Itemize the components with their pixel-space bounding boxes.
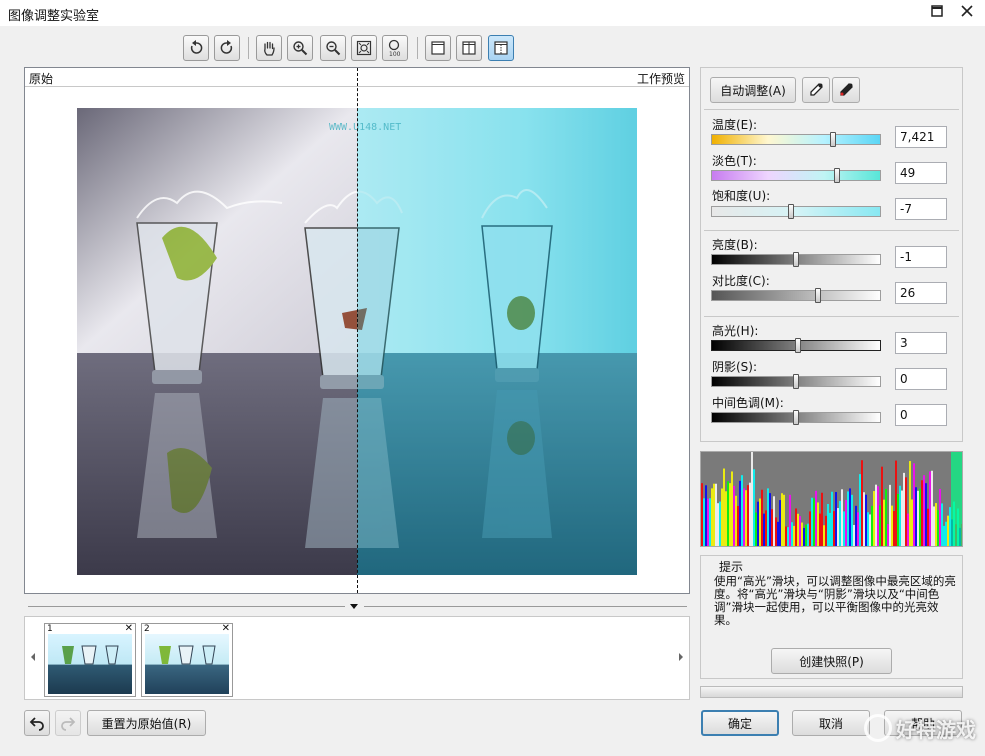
divider-left	[28, 606, 345, 607]
zoom-100-icon: 100	[388, 39, 401, 57]
reset-button[interactable]: 重置为原始值(R)	[87, 710, 206, 736]
create-snapshot-button[interactable]: 创建快照(P)	[771, 648, 892, 674]
tint-slider-thumb[interactable]	[833, 168, 840, 183]
scroll-left-icon[interactable]	[29, 651, 37, 663]
scroll-right-icon[interactable]	[677, 651, 685, 663]
redo-icon	[61, 717, 76, 731]
snapshot-strip: 1 ✕ 2 ✕	[24, 616, 690, 700]
eyedropper-icon	[810, 83, 823, 96]
undo-icon	[29, 717, 44, 731]
zoom-out-button[interactable]	[320, 35, 346, 61]
svg-text:100: 100	[389, 51, 401, 57]
temperature-slider[interactable]	[711, 134, 881, 145]
shadows-value[interactable]: 0	[895, 368, 947, 390]
tint-slider[interactable]	[711, 170, 881, 181]
collapse-arrow-icon[interactable]	[348, 600, 360, 610]
temperature-slider-thumb[interactable]	[830, 132, 837, 147]
brightness-value[interactable]: -1	[895, 246, 947, 268]
redo-button[interactable]	[55, 710, 81, 736]
saturation-label: 饱和度(U):	[712, 189, 771, 203]
fit-window-icon	[356, 40, 372, 56]
contrast-value[interactable]: 26	[895, 282, 947, 304]
zoom-in-button[interactable]	[287, 35, 313, 61]
highlights-slider-thumb[interactable]	[794, 338, 801, 353]
rotate-left-icon	[190, 40, 203, 54]
hint-panel: 提示 使用“高光”滑块，可以调整图像中最亮区域的亮度。将“高光”滑块与“阴影”滑…	[700, 555, 963, 679]
histogram	[700, 451, 963, 547]
snapshot-card[interactable]: 1 ✕	[44, 623, 136, 697]
close-icon[interactable]	[956, 2, 978, 22]
ok-button[interactable]: 确定	[701, 710, 779, 736]
saturation-value[interactable]: -7	[895, 198, 947, 220]
snapshot-thumbnail	[48, 634, 132, 694]
midtones-label: 中间色调(M):	[712, 396, 784, 410]
snapshot-close-icon[interactable]: ✕	[125, 623, 133, 634]
divider-right	[364, 606, 687, 607]
actual-size-button[interactable]: 100	[382, 35, 408, 61]
shadows-slider-thumb[interactable]	[793, 374, 799, 389]
contrast-label: 对比度(C):	[712, 274, 770, 288]
snapshot-number: 2	[144, 624, 150, 634]
snapshot-close-icon[interactable]: ✕	[222, 623, 230, 634]
maximize-icon[interactable]	[926, 2, 948, 22]
zoom-in-icon	[293, 41, 308, 56]
rotate-right-button[interactable]	[214, 35, 240, 61]
brightness-slider-thumb[interactable]	[793, 252, 799, 267]
working-preview-label: 工作预览	[636, 72, 685, 86]
eyedropper-white-button[interactable]	[802, 77, 830, 103]
hint-title: 提示	[719, 560, 744, 574]
snapshot-number: 1	[47, 624, 53, 634]
zoom-out-icon	[326, 41, 341, 56]
snapshot-card[interactable]: 2 ✕	[141, 623, 233, 697]
pan-tool-button[interactable]	[256, 35, 282, 61]
midtones-slider-thumb[interactable]	[793, 410, 799, 425]
photo-watermark: WWW.U148.NET	[329, 122, 401, 133]
window-title: 图像调整实验室	[8, 9, 100, 24]
highlights-value[interactable]: 3	[895, 332, 947, 354]
watermark-logo-icon	[864, 714, 892, 742]
saturation-slider-thumb[interactable]	[787, 204, 794, 219]
progress-bar	[700, 686, 963, 698]
split-divider[interactable]	[357, 68, 358, 593]
tint-value[interactable]: 49	[895, 162, 947, 184]
preview-pane[interactable]: 原始 工作预览 WWW.U148.NET	[24, 67, 690, 594]
split-preview-icon	[494, 41, 508, 55]
eyedropper-black-button[interactable]	[832, 77, 860, 103]
title-bar: 图像调整实验室	[0, 0, 985, 26]
shadows-label: 阴影(S):	[712, 360, 758, 374]
brightness-label: 亮度(B):	[712, 238, 758, 252]
rotate-right-icon	[220, 40, 233, 54]
hand-icon	[264, 41, 275, 56]
midtones-value[interactable]: 0	[895, 404, 947, 426]
saturation-slider[interactable]	[711, 206, 881, 217]
contrast-slider-thumb[interactable]	[815, 288, 822, 303]
side-by-side-view-button[interactable]	[456, 35, 482, 61]
auto-adjust-button[interactable]: 自动调整(A)	[710, 77, 796, 103]
watermark: 好特游戏	[836, 706, 976, 750]
single-view-icon	[431, 41, 445, 55]
temperature-label: 温度(E):	[712, 118, 757, 132]
undo-button[interactable]	[24, 710, 50, 736]
snapshot-thumbnail	[145, 634, 229, 694]
highlights-label: 高光(H):	[712, 324, 759, 338]
contrast-slider[interactable]	[711, 290, 881, 301]
watermark-text: 好特游戏	[896, 717, 976, 742]
tint-label: 淡色(T):	[712, 154, 757, 168]
split-view-icon	[462, 41, 476, 55]
rotate-left-button[interactable]	[183, 35, 209, 61]
eyedropper-icon	[840, 83, 853, 96]
split-preview-view-button[interactable]	[488, 35, 514, 61]
original-label: 原始	[29, 72, 54, 86]
fit-to-window-button[interactable]	[351, 35, 377, 61]
hint-text: 使用“高光”滑块，可以调整图像中最亮区域的亮度。将“高光”滑块与“阴影”滑块以及…	[714, 574, 956, 627]
temperature-value[interactable]: 7,421	[895, 126, 947, 148]
single-view-button[interactable]	[425, 35, 451, 61]
adjustment-panel: 自动调整(A) 温度(E): 7,421 淡色(T): 49 饱和度(U): -…	[700, 67, 963, 442]
